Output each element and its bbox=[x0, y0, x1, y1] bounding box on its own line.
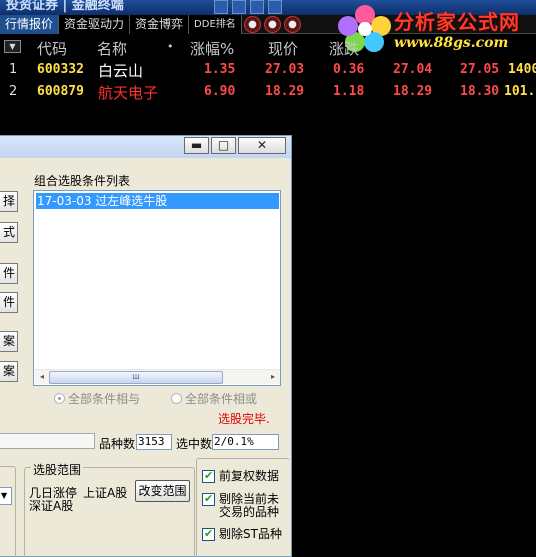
count-label: 品种数 bbox=[99, 437, 136, 451]
table-row[interactable]: 2 600879 航天电子 6.90 18.29 1.18 18.29 18.3… bbox=[0, 81, 536, 103]
buy-price: 18.29 bbox=[393, 84, 433, 99]
tab-quotes[interactable]: 行情报价 bbox=[0, 15, 60, 34]
scroll-thumb[interactable]: Ш bbox=[49, 371, 223, 384]
horizontal-scrollbar[interactable]: ◂ Ш ▸ bbox=[35, 369, 280, 384]
circle-button-icon[interactable]: ● bbox=[264, 16, 281, 33]
side-button-plan[interactable]: 案 bbox=[0, 361, 18, 382]
selected-field: 2/0.1% bbox=[212, 434, 279, 450]
volume: 101.0 bbox=[504, 84, 536, 99]
price: 18.29 bbox=[265, 84, 305, 99]
radio-dot-icon bbox=[54, 393, 65, 404]
col-marker: • bbox=[167, 40, 174, 53]
toolbar-icon[interactable] bbox=[214, 0, 228, 14]
logo-brand: 分析家公式网 bbox=[394, 10, 520, 34]
table-row[interactable]: 1 600332 白云山 1.35 27.03 0.36 27.04 27.05… bbox=[0, 59, 536, 81]
side-button-choose[interactable]: 择 bbox=[0, 191, 18, 212]
col-change-pct[interactable]: 涨幅% bbox=[190, 38, 234, 59]
checkbox-checked-icon bbox=[202, 469, 215, 483]
sell-price: 27.05 bbox=[460, 62, 500, 77]
status-text: 选股完毕. bbox=[218, 412, 270, 426]
circle-button-icon[interactable]: ● bbox=[284, 16, 301, 33]
col-change[interactable]: 涨跌 bbox=[329, 38, 359, 59]
side-button-plan[interactable]: 案 bbox=[0, 331, 18, 352]
left-groupbox bbox=[0, 466, 16, 557]
quote-table-header: ▼ 代码 名称 • 涨幅% 现价 涨跌 bbox=[0, 36, 536, 58]
circle-button-icon[interactable]: ● bbox=[244, 16, 261, 33]
condition-list-label: 组合选股条件列表 bbox=[34, 174, 131, 188]
checkbox-exclude-untraded[interactable]: 剔除当前未 交易的品种 bbox=[202, 492, 288, 521]
scroll-left-icon[interactable]: ◂ bbox=[37, 372, 47, 383]
row-index: 2 bbox=[9, 84, 18, 99]
checkbox-checked-icon bbox=[202, 492, 215, 506]
buy-price: 27.04 bbox=[393, 62, 433, 77]
checkbox-checked-icon bbox=[202, 527, 215, 541]
col-name[interactable]: 名称 bbox=[97, 38, 127, 59]
dialog-title-bar[interactable]: ▬ □ ✕ bbox=[0, 136, 291, 158]
sell-price: 18.30 bbox=[460, 84, 500, 99]
checkbox-exclude-st[interactable]: 剔除ST品种 bbox=[202, 527, 288, 542]
checkbox-forward-adjust[interactable]: 前复权数据 bbox=[202, 469, 288, 484]
radio-all-or[interactable]: 全部条件相或 bbox=[171, 390, 257, 407]
stock-code: 600332 bbox=[37, 62, 84, 77]
toolbar-icon[interactable] bbox=[250, 0, 264, 14]
change-pct: 1.35 bbox=[204, 62, 236, 77]
list-item[interactable]: 17-03-03 过左峰选牛股 bbox=[36, 193, 279, 209]
period-dropdown[interactable] bbox=[0, 487, 12, 505]
sort-dropdown-icon[interactable]: ▼ bbox=[4, 40, 21, 53]
toolbar-icon[interactable] bbox=[268, 0, 282, 14]
side-button-condition[interactable]: 件 bbox=[0, 263, 18, 284]
scroll-right-icon[interactable]: ▸ bbox=[268, 372, 278, 383]
change: 1.18 bbox=[333, 84, 365, 99]
tab-fund-game[interactable]: 资金博弈 bbox=[130, 15, 190, 34]
side-button-condition[interactable]: 件 bbox=[0, 292, 18, 313]
stock-name: 白云山 bbox=[98, 62, 144, 80]
radio-dot-icon bbox=[171, 393, 182, 404]
stock-name: 航天电子 bbox=[98, 84, 159, 102]
row-index: 1 bbox=[9, 62, 18, 77]
count-field: 3153 bbox=[136, 434, 172, 450]
tab-dde-rank[interactable]: DDE排名 bbox=[189, 15, 242, 34]
minimize-icon[interactable]: ▬ bbox=[184, 137, 209, 154]
stock-code: 600879 bbox=[37, 84, 84, 99]
range-text-sz: 深证A股 bbox=[29, 499, 74, 513]
change: 0.36 bbox=[333, 62, 365, 77]
stock-screener-dialog: ▬ □ ✕ 择 式 件 件 案 案 组合选股条件列表 17-03-03 过左峰选… bbox=[0, 135, 292, 557]
price: 27.03 bbox=[265, 62, 305, 77]
condition-listbox[interactable]: 17-03-03 过左峰选牛股 ◂ Ш ▸ bbox=[33, 190, 281, 386]
app-title: 投资证券 | 金融终端 bbox=[6, 0, 124, 13]
range-group-label: 选股范围 bbox=[31, 461, 84, 478]
volume: 1400 bbox=[508, 62, 536, 77]
range-text-sh: 上证A股 bbox=[83, 486, 128, 500]
close-icon[interactable]: ✕ bbox=[238, 137, 286, 154]
selected-label: 选中数 bbox=[176, 437, 213, 451]
side-button-formula[interactable]: 式 bbox=[0, 222, 18, 243]
progress-bar bbox=[0, 433, 95, 449]
maximize-icon[interactable]: □ bbox=[211, 137, 236, 154]
col-code[interactable]: 代码 bbox=[37, 38, 67, 59]
tab-fund-drive[interactable]: 资金驱动力 bbox=[59, 15, 131, 34]
change-pct: 6.90 bbox=[204, 84, 236, 99]
toolbar-icon[interactable] bbox=[232, 0, 246, 14]
radio-all-and[interactable]: 全部条件相与 bbox=[54, 390, 140, 407]
change-range-button[interactable]: 改变范围 bbox=[135, 480, 190, 502]
col-price[interactable]: 现价 bbox=[268, 38, 298, 59]
